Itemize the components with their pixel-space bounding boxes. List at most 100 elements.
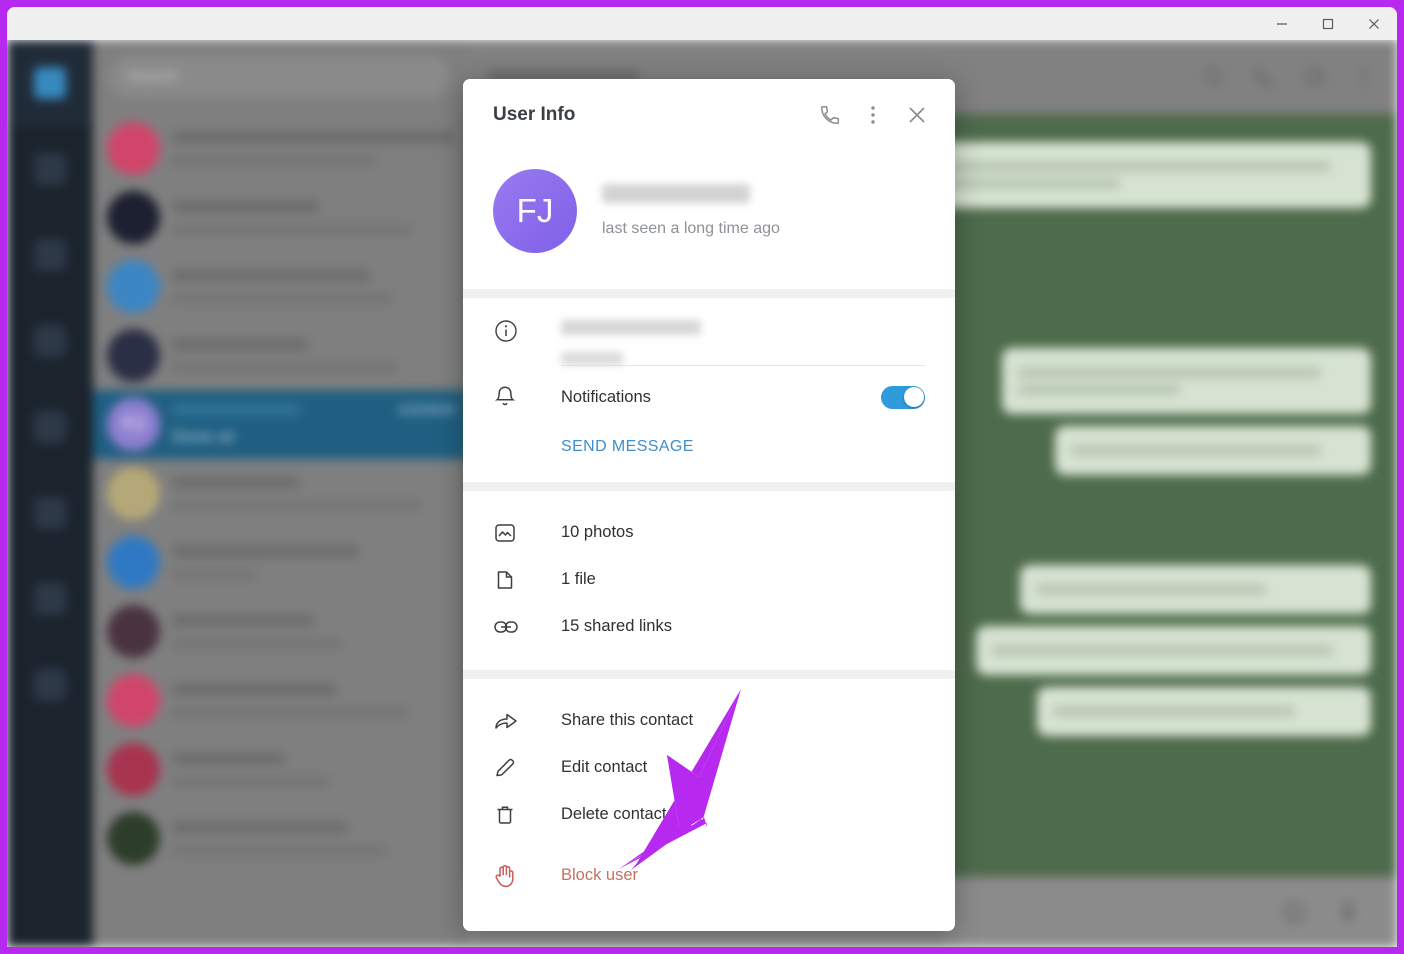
- dialog-header: User Info: [463, 79, 955, 151]
- window-maximize-button[interactable]: [1305, 7, 1351, 40]
- window-minimize-button[interactable]: [1259, 7, 1305, 40]
- conversation-header-actions: [1203, 66, 1375, 88]
- user-info-dialog: User Info FJ last seen a long time ago N…: [463, 79, 955, 931]
- rail-item-more-a[interactable]: [7, 470, 93, 556]
- rail-item-more-b[interactable]: [7, 556, 93, 642]
- section-divider: [463, 289, 955, 298]
- media-label: 10 photos: [561, 523, 634, 541]
- message-bubble: [1002, 348, 1371, 414]
- info-icon: [493, 318, 561, 344]
- chat-list-item[interactable]: [93, 114, 467, 183]
- more-vertical-icon[interactable]: [1353, 66, 1375, 88]
- call-icon[interactable]: [1253, 66, 1275, 88]
- profile-name-redacted: [602, 184, 750, 203]
- info-panel-icon[interactable]: [1303, 66, 1325, 88]
- rail-item-more-c[interactable]: [7, 642, 93, 728]
- chat-list-item-selected[interactable]: FJ Done sir 1/22/2023: [93, 390, 467, 459]
- avatar: [107, 812, 160, 865]
- window-close-button[interactable]: [1351, 7, 1397, 40]
- share-icon: [493, 709, 561, 733]
- contacts-icon: [34, 153, 66, 185]
- rail-item-settings[interactable]: [7, 384, 93, 470]
- dialog-actions-section: Share this contact Edit contact Delete c…: [463, 679, 955, 909]
- avatar: [107, 260, 160, 313]
- avatar: FJ: [493, 169, 577, 253]
- chat-item-text: [172, 476, 455, 511]
- stickers-icon: [34, 325, 66, 357]
- notifications-row[interactable]: Notifications: [493, 366, 925, 428]
- chat-item-text: [172, 269, 455, 304]
- application-window: Search FJ Done sir 1/22/2023 User Info F…: [7, 7, 1397, 947]
- app-frame: Search FJ Done sir 1/22/2023 User Info F…: [0, 0, 1404, 954]
- contact-info-row: [493, 298, 925, 365]
- settings-icon: [34, 411, 66, 443]
- chat-item-text: [172, 752, 455, 787]
- send-message-button[interactable]: SEND MESSAGE: [493, 428, 925, 482]
- chat-item-text: [172, 821, 455, 856]
- chat-list-item[interactable]: [93, 597, 467, 666]
- chats-icon: [34, 67, 66, 99]
- more-vertical-icon[interactable]: [863, 104, 883, 126]
- notifications-toggle[interactable]: [881, 385, 925, 409]
- more-c-icon: [34, 669, 66, 701]
- media-row-photos[interactable]: 10 photos: [493, 509, 925, 556]
- chat-list-item[interactable]: [93, 735, 467, 804]
- rail-item-calls[interactable]: [7, 212, 93, 298]
- message-bubble: [1019, 565, 1371, 614]
- avatar: [107, 674, 160, 727]
- chat-list-item[interactable]: [93, 252, 467, 321]
- chat-list-item[interactable]: [93, 459, 467, 528]
- media-row-links[interactable]: 15 shared links: [493, 603, 925, 650]
- avatar: [107, 191, 160, 244]
- section-divider: [463, 482, 955, 491]
- chat-item-preview: Done sir: [172, 426, 236, 446]
- media-row-files[interactable]: 1 file: [493, 556, 925, 603]
- chat-list-item[interactable]: [93, 528, 467, 597]
- dialog-title: User Info: [493, 104, 576, 125]
- avatar: [107, 605, 160, 658]
- rail-item-contacts[interactable]: [7, 126, 93, 212]
- link-icon: [493, 616, 561, 638]
- more-b-icon: [34, 583, 66, 615]
- message-bubble: [1037, 687, 1371, 736]
- rail-item-chats[interactable]: [7, 40, 93, 126]
- edit-contact-action[interactable]: Edit contact: [493, 744, 925, 791]
- chat-item-date: 1/22/2023: [397, 402, 455, 417]
- avatar: [107, 122, 160, 175]
- chat-list-item[interactable]: [93, 321, 467, 390]
- close-icon[interactable]: [905, 103, 929, 127]
- rail-item-stickers[interactable]: [7, 298, 93, 384]
- action-label: Edit contact: [561, 758, 648, 776]
- window-titlebar: [7, 7, 1397, 40]
- profile-status: last seen a long time ago: [602, 220, 780, 237]
- dialog-profile: FJ last seen a long time ago: [463, 151, 955, 289]
- trash-icon: [493, 803, 561, 827]
- action-label: Delete contact: [561, 805, 667, 823]
- search-input[interactable]: Search: [109, 56, 451, 98]
- search-icon[interactable]: [1203, 66, 1225, 88]
- chat-list-panel: Search FJ Done sir 1/22/2023: [93, 40, 467, 947]
- share-contact-action[interactable]: Share this contact: [493, 697, 925, 744]
- chat-list-item[interactable]: [93, 804, 467, 873]
- calls-icon: [34, 239, 66, 271]
- chat-item-text: Done sir: [172, 402, 385, 447]
- search-bar: Search: [93, 40, 467, 114]
- more-a-icon: [34, 497, 66, 529]
- chat-item-text: [172, 614, 455, 649]
- delete-contact-action[interactable]: Delete contact: [493, 791, 925, 838]
- edit-pencil-icon: [493, 756, 561, 780]
- chat-list-item[interactable]: [93, 666, 467, 735]
- avatar: FJ: [107, 398, 160, 451]
- media-label: 15 shared links: [561, 617, 672, 635]
- dialog-header-actions: [819, 103, 929, 127]
- action-label: Block user: [561, 866, 639, 884]
- chat-item-text: [172, 131, 455, 166]
- dialog-media-section: 10 photos 1 file 15 shared links: [463, 491, 955, 670]
- microphone-icon[interactable]: [1335, 899, 1361, 925]
- media-label: 1 file: [561, 570, 596, 588]
- emoji-icon[interactable]: [1281, 899, 1307, 925]
- block-user-action[interactable]: Block user: [493, 852, 925, 899]
- chat-list-item[interactable]: [93, 183, 467, 252]
- message-bubble: [975, 626, 1371, 675]
- call-icon[interactable]: [819, 104, 841, 126]
